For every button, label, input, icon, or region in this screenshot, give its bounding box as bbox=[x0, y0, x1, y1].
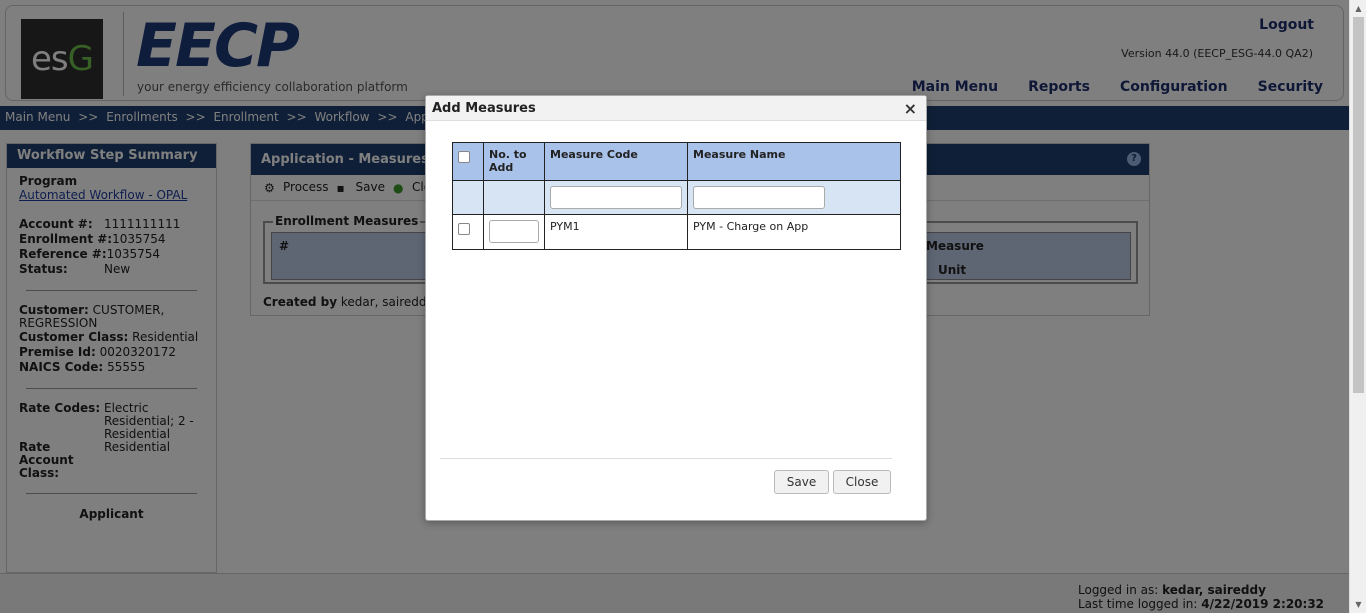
dialog-save-button[interactable]: Save bbox=[774, 470, 829, 494]
select-all-header bbox=[452, 142, 484, 181]
table-row: PYM1 PYM - Charge on App bbox=[452, 214, 901, 250]
dialog-close-button[interactable]: Close bbox=[833, 470, 891, 494]
select-all-checkbox[interactable] bbox=[458, 151, 470, 163]
measure-code-filter-input[interactable] bbox=[550, 186, 682, 209]
add-measures-dialog: Add Measures × No. to Add Measure Code M… bbox=[425, 95, 927, 521]
close-icon[interactable]: × bbox=[904, 99, 917, 118]
row-checkbox[interactable] bbox=[458, 223, 470, 235]
quantity-input[interactable] bbox=[489, 220, 539, 243]
measures-table: No. to Add Measure Code Measure Name PYM… bbox=[452, 142, 901, 250]
dialog-title-bar: Add Measures × bbox=[426, 96, 926, 121]
scroll-down-icon[interactable]: ▼ bbox=[1350, 596, 1366, 613]
dialog-title: Add Measures bbox=[432, 101, 536, 116]
measure-name-filter-input[interactable] bbox=[693, 186, 825, 209]
col-measure-name[interactable]: Measure Name bbox=[687, 142, 901, 181]
dialog-divider bbox=[440, 458, 892, 459]
scroll-up-icon[interactable]: ▲ bbox=[1350, 0, 1366, 17]
col-measure-code[interactable]: Measure Code bbox=[544, 142, 688, 181]
filter-row bbox=[452, 180, 901, 215]
page-scrollbar[interactable]: ▲ ▼ bbox=[1349, 0, 1366, 613]
scroll-thumb[interactable] bbox=[1353, 17, 1364, 393]
measure-code-cell: PYM1 bbox=[544, 214, 688, 250]
col-no-to-add: No. to Add bbox=[483, 142, 545, 181]
measure-name-cell: PYM - Charge on App bbox=[687, 214, 901, 250]
